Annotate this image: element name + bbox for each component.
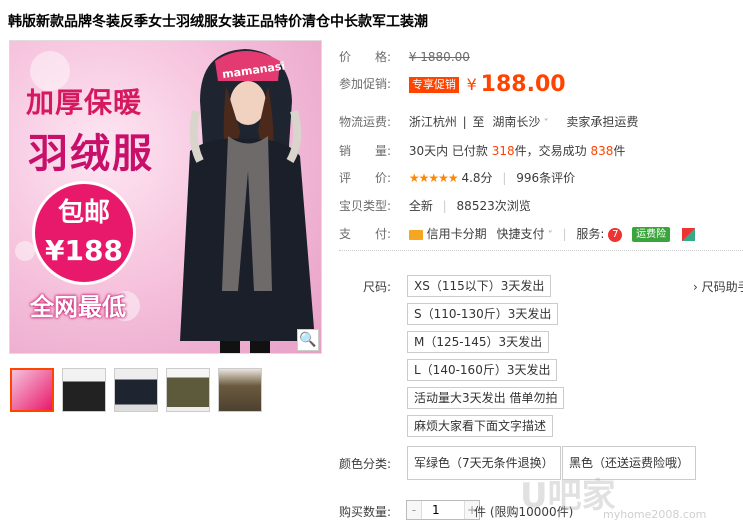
rating-score: 4.8分: [461, 171, 493, 185]
watermark-url: myhome2008.com: [603, 508, 707, 521]
ad-text-down-jacket: 羽绒服: [28, 131, 154, 177]
service-label: 服务:: [576, 227, 605, 241]
price-row: 价 格: ¥ 1880.00: [339, 48, 470, 65]
rating-stars-icon: ★★★★★: [408, 171, 459, 185]
section-divider: [339, 250, 743, 251]
guarantee-icon[interactable]: [681, 228, 695, 241]
size-option-xs[interactable]: XS（115以下）3天发出: [407, 275, 552, 297]
zoom-magnifier-icon[interactable]: 🔍: [297, 329, 319, 351]
sales-paid-count: 318: [491, 144, 515, 158]
ship-fee: 卖家承担运费: [566, 115, 639, 129]
main-product-image[interactable]: 加厚保暖 羽绒服 包邮 ¥188 全网最低 mamanasi 🔍: [9, 40, 322, 354]
seven-day-return-icon[interactable]: 7: [608, 227, 623, 242]
pay-credit-installment[interactable]: 信用卡分期: [427, 227, 487, 241]
promo-currency: ¥: [466, 75, 477, 94]
promo-row: 参加促销: 专享促销 ¥ 188.00: [339, 72, 566, 97]
shipping-row: 物流运费: 浙江杭州 | 至 湖南长沙 ˅ 卖家承担运费: [339, 115, 639, 129]
payment-row: 支 付: 信用卡分期 快捷支付 ˅ | 服务: 7 运费险: [339, 225, 695, 242]
chevron-down-icon[interactable]: ˅: [540, 118, 549, 129]
quantity-stepper[interactable]: - +: [406, 500, 480, 520]
size-option-l[interactable]: L（140-160斤）3天发出: [407, 359, 558, 381]
rating-count-link[interactable]: 996条评价: [516, 171, 575, 185]
ship-from: 浙江杭州: [408, 115, 457, 129]
ad-text-lowest-price: 全网最低: [30, 293, 126, 321]
promo-label: 参加促销:: [339, 77, 392, 91]
credit-card-icon: [408, 229, 423, 240]
thumbnail-2[interactable]: [62, 368, 106, 412]
size-option-s[interactable]: S（110-130斤）3天发出: [407, 303, 559, 325]
thumbnail-3[interactable]: [114, 368, 158, 412]
quantity-minus-button[interactable]: -: [407, 501, 421, 519]
thumbnail-5[interactable]: [218, 368, 262, 412]
quantity-label: 购买数量:: [339, 505, 392, 519]
thumbnail-1[interactable]: [10, 368, 54, 412]
sales-success-count: 838: [590, 144, 614, 158]
type-value: 全新: [408, 199, 433, 213]
rating-row: 评 价: ★★★★★ 4.8分 | 996条评价: [339, 171, 576, 185]
size-guide-link[interactable]: › 尺码助手: [693, 278, 743, 295]
ship-to-dropdown[interactable]: 湖南长沙: [492, 115, 540, 129]
promo-badge[interactable]: 专享促销: [408, 76, 459, 93]
promo-price: 188.00: [480, 72, 566, 97]
sales-label: 销 量:: [339, 144, 392, 158]
ad-free-shipping-text: 包邮: [57, 198, 110, 228]
size-option-note[interactable]: 麻烦大家看下面文字描述: [407, 415, 554, 437]
sales-prefix: 30天内 已付款: [408, 144, 488, 158]
size-option-active[interactable]: 活动量大3天发出 借单勿拍: [407, 387, 565, 409]
size-guide-text[interactable]: 尺码助手: [702, 280, 743, 294]
chevron-right-icon: ›: [693, 280, 702, 294]
sales-mid: 件，交易成功: [514, 144, 587, 158]
view-count: 88523次浏览: [456, 199, 531, 213]
color-label: 颜色分类:: [339, 457, 392, 471]
original-price: ¥ 1880.00: [408, 50, 470, 64]
watermark-logo: U吧家: [520, 476, 616, 516]
type-label: 宝贝类型:: [339, 199, 392, 213]
ad-text-thick-warm: 加厚保暖: [26, 86, 143, 119]
sales-suffix: 件: [613, 144, 626, 158]
payment-label: 支 付:: [339, 227, 392, 241]
thumbnail-strip: [10, 368, 262, 412]
shipping-insurance-badge[interactable]: 运费险: [632, 227, 671, 242]
model-photo: mamanasi: [180, 49, 315, 353]
pay-quick[interactable]: 快捷支付: [497, 227, 545, 241]
ad-free-shipping-circle: 包邮 ¥188: [32, 181, 136, 285]
quantity-input[interactable]: [421, 501, 465, 519]
size-label: 尺码:: [363, 280, 392, 294]
bokeh-decoration: [15, 241, 35, 261]
sales-row: 销 量: 30天内 已付款 318件，交易成功 838件: [339, 142, 625, 159]
ship-to-prefix: 至: [472, 115, 485, 129]
size-option-m[interactable]: M（125-145）3天发出: [407, 331, 550, 353]
chevron-down-icon[interactable]: ˅: [545, 230, 553, 241]
rating-label: 评 价:: [339, 171, 392, 185]
shipping-label: 物流运费:: [339, 115, 392, 129]
product-title: 韩版新款品牌冬装反季女士羽绒服女装正品特价清仓中长款军工装潮: [8, 14, 428, 30]
thumbnail-4[interactable]: [166, 368, 210, 412]
price-label: 价 格:: [339, 50, 392, 64]
ad-price-text: ¥188: [45, 234, 123, 267]
type-row: 宝贝类型: 全新 | 88523次浏览: [339, 199, 531, 213]
